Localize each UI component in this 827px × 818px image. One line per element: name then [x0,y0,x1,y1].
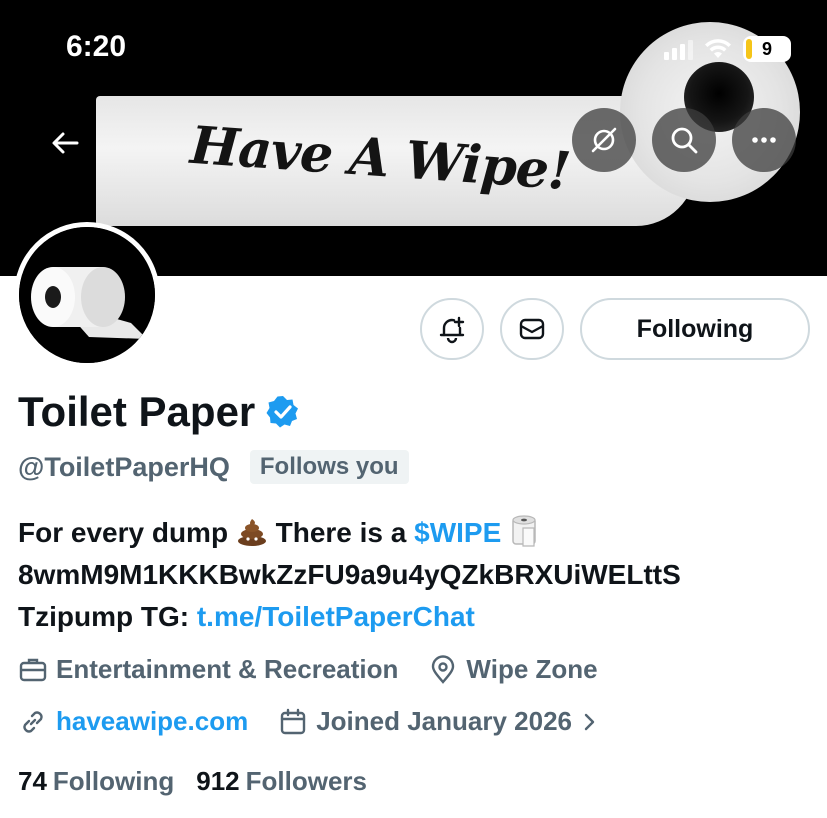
website-item[interactable]: haveawipe.com [18,706,248,737]
cashtag-link[interactable]: $WIPE [414,517,501,548]
mail-icon [519,318,545,340]
website-link[interactable]: haveawipe.com [56,706,248,737]
profile-meta-row-1: Entertainment & Recreation Wipe Zone [18,654,628,685]
bio-text: Tzipump TG: [18,601,190,632]
search-icon [671,127,698,154]
joined-text: Joined January 2026 [316,706,573,736]
follow-counts: 74 Following 912 Followers [18,766,367,797]
back-button[interactable] [40,118,90,168]
search-button[interactable] [652,108,716,172]
chevron-right-icon [584,713,595,730]
profile-name: Toilet Paper [18,388,256,435]
category-item: Entertainment & Recreation [18,654,398,685]
bell-plus-icon [439,316,465,344]
bio-line-3: Tzipump TG: t.me/ToiletPaperChat [18,596,681,638]
verified-badge-icon[interactable] [265,394,301,430]
bio-text: For every dump [18,517,229,548]
following-count: 74 [18,766,47,796]
battery-level: 9 [761,38,772,59]
profile-bio: For every dump There is a $WIPE 8wmM9M1K… [18,512,681,638]
toilet-paper-emoji-icon [512,515,536,547]
wifi-icon [705,39,731,58]
follows-you-badge: Follows you [249,450,409,484]
briefcase-icon [19,658,47,681]
ellipsis-icon [752,137,776,143]
following-button[interactable]: Following [580,298,810,360]
status-time: 6:20 [66,30,127,63]
more-options-button[interactable] [732,108,796,172]
category-text: Entertainment & Recreation [56,654,399,684]
poop-emoji-icon [237,519,266,546]
status-indicators: 9 [664,36,791,62]
followers-label: Followers [245,766,367,796]
telegram-link[interactable]: t.me/ToiletPaperChat [197,601,475,632]
toilet-paper-roll-image [19,227,155,363]
profile-avatar[interactable] [14,222,160,368]
bio-line-2: 8wmM9M1KKKBwkZzFU9a9u4yQZkBRXUiWELttS [18,559,681,590]
followers-count: 912 [196,766,240,796]
location-pin-icon [432,654,455,684]
link-icon [23,710,43,733]
location-text: Wipe Zone [466,654,598,684]
following-label: Following [52,766,175,796]
bio-line-1: For every dump There is a $WIPE [18,512,681,554]
hidden-eye-icon [591,127,617,153]
cellular-signal-icon [664,38,693,60]
notifications-button[interactable] [420,298,484,360]
handle-row: @ToiletPaperHQ Follows you [18,450,409,484]
profile-handle: @ToiletPaperHQ [18,451,230,482]
joined-item[interactable]: Joined January 2026 [278,706,598,737]
arrow-left-icon [52,132,79,154]
message-button[interactable] [500,298,564,360]
mute-toggle-button[interactable] [572,108,636,172]
profile-name-row: Toilet Paper [18,388,301,436]
followers-count-link[interactable]: 912 Followers [196,766,367,797]
profile-meta-row-2: haveawipe.com Joined January 2026 [18,706,628,737]
bio-text: There is a [275,517,407,548]
location-item: Wipe Zone [428,654,598,685]
following-count-link[interactable]: 74 Following [18,766,174,797]
calendar-icon [281,708,306,734]
battery-icon: 9 [743,36,791,62]
